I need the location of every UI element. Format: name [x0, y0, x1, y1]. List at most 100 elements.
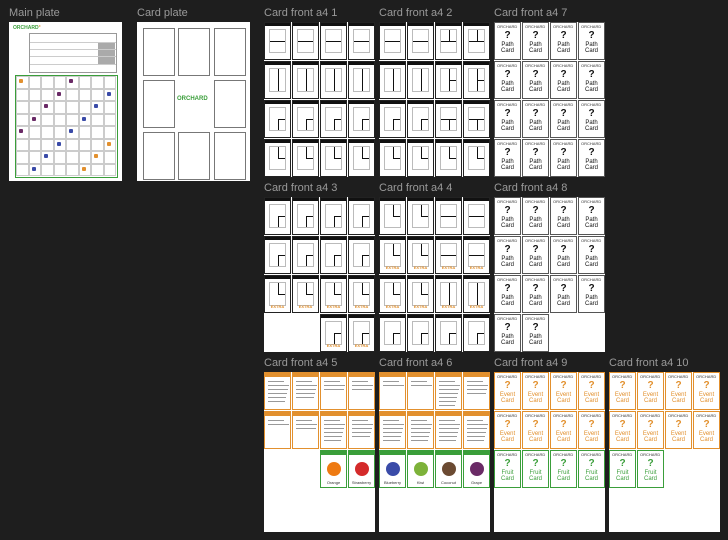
- frame-label-a4-1[interactable]: Card front a4 1: [264, 7, 337, 20]
- fruit-card-face[interactable]: Blueberry: [379, 450, 406, 488]
- event-card-face[interactable]: [348, 411, 375, 449]
- path-tile-card[interactable]: EXTRA: [320, 275, 347, 313]
- path-card-back[interactable]: ORCHARD? Path Card: [550, 197, 577, 235]
- main-plate-frame[interactable]: ORCHARD°: [9, 22, 122, 181]
- frame-a4-5[interactable]: Orange Strawberry: [264, 372, 375, 532]
- path-card-back[interactable]: ORCHARD? Path Card: [550, 61, 577, 99]
- path-tile-card[interactable]: [463, 61, 490, 99]
- path-tile-card[interactable]: [435, 100, 462, 138]
- path-tile-card[interactable]: [264, 61, 291, 99]
- path-tile-card[interactable]: [379, 197, 406, 235]
- path-card-back[interactable]: ORCHARD? Path Card: [522, 314, 549, 352]
- path-tile-card[interactable]: [320, 100, 347, 138]
- fruit-card-face[interactable]: Coconut: [435, 450, 462, 488]
- event-card-back[interactable]: ORCHARD? Event Card: [609, 411, 636, 449]
- path-card-back[interactable]: ORCHARD? Path Card: [494, 61, 521, 99]
- path-tile-card[interactable]: [379, 61, 406, 99]
- event-card-face[interactable]: [348, 372, 375, 410]
- path-tile-card[interactable]: [292, 197, 319, 235]
- path-tile-card[interactable]: [292, 139, 319, 177]
- path-card-back[interactable]: ORCHARD? Path Card: [522, 100, 549, 138]
- path-tile-card[interactable]: EXTRA: [435, 275, 462, 313]
- path-tile-card[interactable]: [379, 314, 406, 352]
- path-tile-card[interactable]: [348, 197, 375, 235]
- frame-a4-3[interactable]: EXTRA EXTRA EXTRA EXTRA EXTRA EXTRA: [264, 197, 375, 352]
- frame-label-card-plate[interactable]: Card plate: [137, 7, 188, 20]
- event-card-back[interactable]: ORCHARD? Event Card: [693, 372, 720, 410]
- event-card-face[interactable]: [379, 411, 406, 449]
- path-card-back[interactable]: ORCHARD? Path Card: [550, 275, 577, 313]
- path-tile-card[interactable]: [379, 100, 406, 138]
- path-tile-card[interactable]: [264, 100, 291, 138]
- fruit-card-face[interactable]: Kiwi: [407, 450, 434, 488]
- fruit-card-back[interactable]: ORCHARD? Fruit Card: [637, 450, 664, 488]
- path-card-back[interactable]: ORCHARD? Path Card: [494, 275, 521, 313]
- frame-a4-6[interactable]: Blueberry Kiwi Coconut Grape: [379, 372, 490, 532]
- path-tile-card[interactable]: EXTRA: [292, 275, 319, 313]
- path-tile-card[interactable]: [435, 197, 462, 235]
- path-tile-card[interactable]: EXTRA: [463, 275, 490, 313]
- event-card-back[interactable]: ORCHARD? Event Card: [693, 411, 720, 449]
- path-tile-card[interactable]: [348, 139, 375, 177]
- frame-label-main-plate[interactable]: Main plate: [9, 7, 60, 20]
- path-card-back[interactable]: ORCHARD? Path Card: [578, 22, 605, 60]
- path-tile-card[interactable]: [463, 22, 490, 60]
- path-tile-card[interactable]: [348, 100, 375, 138]
- path-card-back[interactable]: ORCHARD? Path Card: [494, 139, 521, 177]
- path-tile-card[interactable]: EXTRA: [348, 314, 375, 352]
- event-card-back[interactable]: ORCHARD? Event Card: [522, 372, 549, 410]
- frame-label-a4-9[interactable]: Card front a4 9: [494, 357, 567, 370]
- path-tile-card[interactable]: EXTRA: [379, 236, 406, 274]
- path-tile-card[interactable]: [320, 197, 347, 235]
- event-card-back[interactable]: ORCHARD? Event Card: [550, 372, 577, 410]
- event-card-back[interactable]: ORCHARD? Event Card: [494, 372, 521, 410]
- path-tile-card[interactable]: [435, 314, 462, 352]
- fruit-card-face[interactable]: Orange: [320, 450, 347, 488]
- event-card-back[interactable]: ORCHARD? Event Card: [665, 411, 692, 449]
- frame-label-a4-3[interactable]: Card front a4 3: [264, 182, 337, 195]
- fruit-card-back[interactable]: ORCHARD? Fruit Card: [609, 450, 636, 488]
- path-tile-card[interactable]: EXTRA: [407, 236, 434, 274]
- event-card-back[interactable]: ORCHARD? Event Card: [494, 411, 521, 449]
- event-card-face[interactable]: [264, 372, 291, 410]
- path-tile-card[interactable]: [407, 100, 434, 138]
- event-card-back[interactable]: ORCHARD? Event Card: [550, 411, 577, 449]
- path-tile-card[interactable]: [264, 22, 291, 60]
- path-tile-card[interactable]: EXTRA: [264, 275, 291, 313]
- frame-label-a4-6[interactable]: Card front a4 6: [379, 357, 452, 370]
- path-card-back[interactable]: ORCHARD? Path Card: [522, 22, 549, 60]
- path-tile-card[interactable]: [435, 22, 462, 60]
- path-card-back[interactable]: ORCHARD? Path Card: [578, 197, 605, 235]
- path-tile-card[interactable]: [292, 100, 319, 138]
- event-card-back[interactable]: ORCHARD? Event Card: [522, 411, 549, 449]
- event-card-face[interactable]: [292, 411, 319, 449]
- event-card-face[interactable]: [320, 372, 347, 410]
- path-tile-card[interactable]: [292, 61, 319, 99]
- frame-label-a4-10[interactable]: Card front a4 10: [609, 357, 689, 370]
- path-tile-card[interactable]: EXTRA: [320, 314, 347, 352]
- path-tile-card[interactable]: EXTRA: [407, 275, 434, 313]
- frame-a4-8[interactable]: ORCHARD? Path Card ORCHARD? Path Card ORCHARD?…: [494, 197, 605, 352]
- path-card-back[interactable]: ORCHARD? Path Card: [494, 197, 521, 235]
- path-tile-card[interactable]: [264, 139, 291, 177]
- path-card-back[interactable]: ORCHARD? Path Card: [522, 236, 549, 274]
- path-tile-card[interactable]: [407, 139, 434, 177]
- path-tile-card[interactable]: [320, 236, 347, 274]
- fruit-card-back[interactable]: ORCHARD? Fruit Card: [550, 450, 577, 488]
- frame-a4-10[interactable]: ORCHARD? Event Card ORCHARD? Event Card ORCHAR…: [609, 372, 720, 532]
- path-card-back[interactable]: ORCHARD? Path Card: [550, 100, 577, 138]
- path-card-back[interactable]: ORCHARD? Path Card: [522, 139, 549, 177]
- event-card-back[interactable]: ORCHARD? Event Card: [637, 411, 664, 449]
- path-tile-card[interactable]: [264, 197, 291, 235]
- event-card-face[interactable]: [435, 411, 462, 449]
- path-card-back[interactable]: ORCHARD? Path Card: [578, 139, 605, 177]
- path-tile-card[interactable]: [320, 61, 347, 99]
- path-tile-card[interactable]: [435, 139, 462, 177]
- event-card-back[interactable]: ORCHARD? Event Card: [665, 372, 692, 410]
- path-card-back[interactable]: ORCHARD? Path Card: [578, 236, 605, 274]
- path-tile-card[interactable]: [292, 22, 319, 60]
- frame-a4-1[interactable]: [264, 22, 375, 177]
- card-plate-frame[interactable]: ORCHARD: [137, 22, 250, 181]
- path-card-back[interactable]: ORCHARD? Path Card: [578, 61, 605, 99]
- path-tile-card[interactable]: EXTRA: [379, 275, 406, 313]
